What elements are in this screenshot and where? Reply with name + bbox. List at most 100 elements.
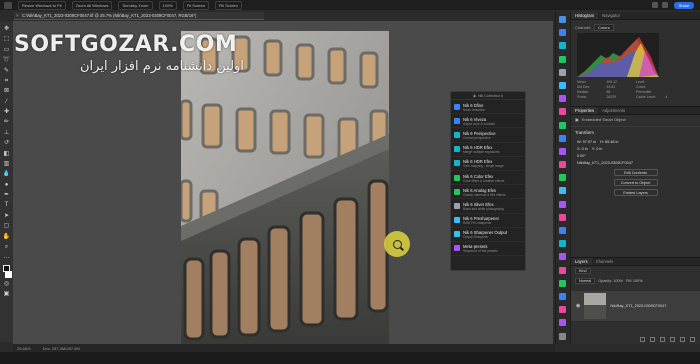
- height-field[interactable]: H: 65.48 in: [600, 140, 618, 144]
- nik-plugin-icon[interactable]: [559, 279, 566, 287]
- background-color-swatch[interactable]: [5, 270, 12, 278]
- nik-plugin-icon[interactable]: [559, 292, 566, 300]
- edit-contents-button[interactable]: Edit Contents: [613, 169, 658, 176]
- link-layers-icon[interactable]: [640, 337, 645, 342]
- search-icon[interactable]: [652, 2, 658, 8]
- tab-navigator[interactable]: Navigator: [598, 12, 624, 19]
- nik-plugin-icon[interactable]: [559, 161, 566, 169]
- nik-analog-icon[interactable]: [559, 108, 566, 116]
- nik-plugin-icon[interactable]: [559, 253, 566, 261]
- opacity-field[interactable]: Opacity: 100%: [598, 279, 623, 283]
- nik-color-efex-icon[interactable]: [559, 55, 566, 63]
- quick-select-tool-icon[interactable]: ✎: [3, 68, 11, 75]
- clone-stamp-tool-icon[interactable]: ⊥: [3, 130, 11, 137]
- nik-plugin-icon[interactable]: [559, 213, 566, 221]
- nik-plugin-icon[interactable]: [559, 200, 566, 208]
- eraser-tool-icon[interactable]: ◧: [3, 151, 11, 158]
- path-select-tool-icon[interactable]: ➤: [3, 213, 11, 220]
- shape-tool-icon[interactable]: ▢: [3, 223, 11, 230]
- nik-plugin-item[interactable]: Nik 6 Sharpener Output Output Sharpener: [451, 228, 525, 242]
- pen-tool-icon[interactable]: ✒: [3, 192, 11, 199]
- settings-icon[interactable]: [559, 332, 566, 340]
- nik-plugin-item[interactable]: Meta-presets Sequence of Nik presets: [451, 242, 525, 257]
- hand-tool-icon[interactable]: ✋: [3, 234, 11, 241]
- crop-tool-icon[interactable]: ⌗: [3, 78, 11, 85]
- blend-mode-dropdown[interactable]: Normal: [575, 278, 596, 284]
- more-tools-icon[interactable]: …: [3, 254, 11, 261]
- nik-plugin-item[interactable]: Nik 6 Dfine Noise reduction: [451, 100, 525, 115]
- add-mask-icon[interactable]: [660, 337, 665, 342]
- nik-plugin-item[interactable]: Nik 6 Viveza Adjust color & contrast: [451, 114, 525, 129]
- type-tool-icon[interactable]: T: [3, 202, 11, 209]
- screen-mode-icon[interactable]: ▣: [3, 291, 11, 298]
- nik-plugin-item[interactable]: Nik 6 Silver Efex Black and white photogr…: [451, 199, 525, 214]
- nik-dfine-icon[interactable]: [559, 29, 566, 37]
- nik-plugin-icon[interactable]: [559, 319, 566, 327]
- nik-plugin-icon[interactable]: [559, 306, 566, 314]
- close-icon[interactable]: ×: [16, 12, 18, 19]
- add-style-icon[interactable]: [650, 337, 655, 342]
- frame-tool-icon[interactable]: ⊠: [3, 88, 11, 95]
- tab-adjustments[interactable]: Adjustments: [598, 107, 629, 114]
- nik-plugin-icon[interactable]: [559, 147, 566, 155]
- artboard-tool-icon[interactable]: ⬚: [3, 36, 11, 43]
- layer-kind-filter[interactable]: Kind: [575, 268, 591, 274]
- share-button[interactable]: Share: [674, 2, 694, 9]
- nik-viveza-icon[interactable]: [559, 42, 566, 50]
- brush-tool-icon[interactable]: ✏: [3, 119, 11, 126]
- nik-meta-presets-icon[interactable]: [559, 95, 566, 103]
- move-tool-icon[interactable]: ✥: [3, 26, 11, 33]
- nik-plugin-icon[interactable]: [559, 187, 566, 195]
- document-tab[interactable]: × C:\Nik\Bay_KT1_2023-0309CF0047.tif @ 2…: [14, 12, 264, 20]
- healing-brush-tool-icon[interactable]: ✚: [3, 109, 11, 116]
- zoom-100-button[interactable]: 100%: [158, 0, 177, 10]
- tab-properties[interactable]: Properties: [571, 107, 599, 114]
- angle-field[interactable]: 0.00°: [577, 154, 586, 158]
- nik-plugin-icon[interactable]: [559, 240, 566, 248]
- visibility-eye-icon[interactable]: ◉: [576, 303, 580, 309]
- tab-channels[interactable]: Channels: [592, 258, 618, 265]
- lasso-tool-icon[interactable]: ➰: [3, 57, 11, 64]
- scrubby-zoom-option[interactable]: Scrubby Zoom: [118, 0, 153, 10]
- zoom-tool-icon[interactable]: [4, 1, 12, 9]
- zoom-level[interactable]: 25.68%: [17, 346, 31, 351]
- tab-histogram[interactable]: Histogram: [571, 12, 599, 19]
- tab-layers[interactable]: Layers: [571, 258, 592, 265]
- new-layer-icon[interactable]: [680, 337, 685, 342]
- gradient-tool-icon[interactable]: ▥: [3, 161, 11, 168]
- fill-screen-button[interactable]: Fill Screen: [214, 0, 242, 10]
- nik-plugin-item[interactable]: Nik 6 Analog Efex Classic cameras & film …: [451, 185, 525, 200]
- fill-field[interactable]: Fill: 100%: [626, 279, 643, 283]
- dodge-tool-icon[interactable]: ●: [3, 182, 11, 189]
- zoom-all-windows-option[interactable]: Zoom All Windows: [71, 0, 113, 10]
- nik-plugin-item[interactable]: Nik 6 Color Efex Color filters & creative…: [451, 171, 525, 186]
- workspace-icon[interactable]: [662, 2, 668, 8]
- nik-plugin-item[interactable]: Nik 6 Perspective Correct perspective: [451, 128, 525, 143]
- channel-dropdown[interactable]: Colors: [594, 24, 614, 31]
- x-field[interactable]: X: 0 in: [577, 147, 588, 151]
- nik-plugin-icon[interactable]: [559, 174, 566, 182]
- layer-row[interactable]: ◉ Nik\Bay_KT1_2023-0309CF0047: [571, 291, 700, 321]
- zoom-tool-icon[interactable]: ⌕: [3, 244, 11, 251]
- nik-perspective-icon[interactable]: [559, 134, 566, 142]
- nik-plugin-item[interactable]: Nik 6 HDR Efex Merge multiple exposures: [451, 143, 525, 157]
- y-field[interactable]: Y: 0 in: [592, 147, 603, 151]
- convert-to-object-button[interactable]: Convert to Object: [613, 179, 658, 186]
- delete-layer-icon[interactable]: [690, 337, 695, 342]
- width-field[interactable]: W: 97.97 in: [577, 140, 596, 144]
- new-group-icon[interactable]: [670, 337, 675, 342]
- blur-tool-icon[interactable]: 💧: [3, 171, 11, 178]
- libraries-icon[interactable]: [559, 16, 566, 23]
- resize-windows-option[interactable]: Resize Windows to Fit: [18, 0, 66, 10]
- history-brush-tool-icon[interactable]: ↺: [3, 140, 11, 147]
- nik-sharpener-icon[interactable]: [559, 81, 566, 89]
- marquee-tool-icon[interactable]: ▭: [3, 47, 11, 54]
- fit-screen-button[interactable]: Fit Screen: [182, 0, 209, 10]
- nik-plugin-icon[interactable]: [559, 227, 566, 234]
- nik-plugin-icon[interactable]: [559, 266, 566, 274]
- quick-mask-icon[interactable]: ◎: [3, 281, 11, 288]
- eyedropper-tool-icon[interactable]: ⁄: [3, 99, 11, 106]
- nik-silver-efex-icon[interactable]: [559, 68, 566, 76]
- embed-layers-button[interactable]: Embed Layers: [613, 189, 658, 196]
- nik-plugin-item[interactable]: Nik 6 HDR Efex Tone mapping - single imag…: [451, 157, 525, 171]
